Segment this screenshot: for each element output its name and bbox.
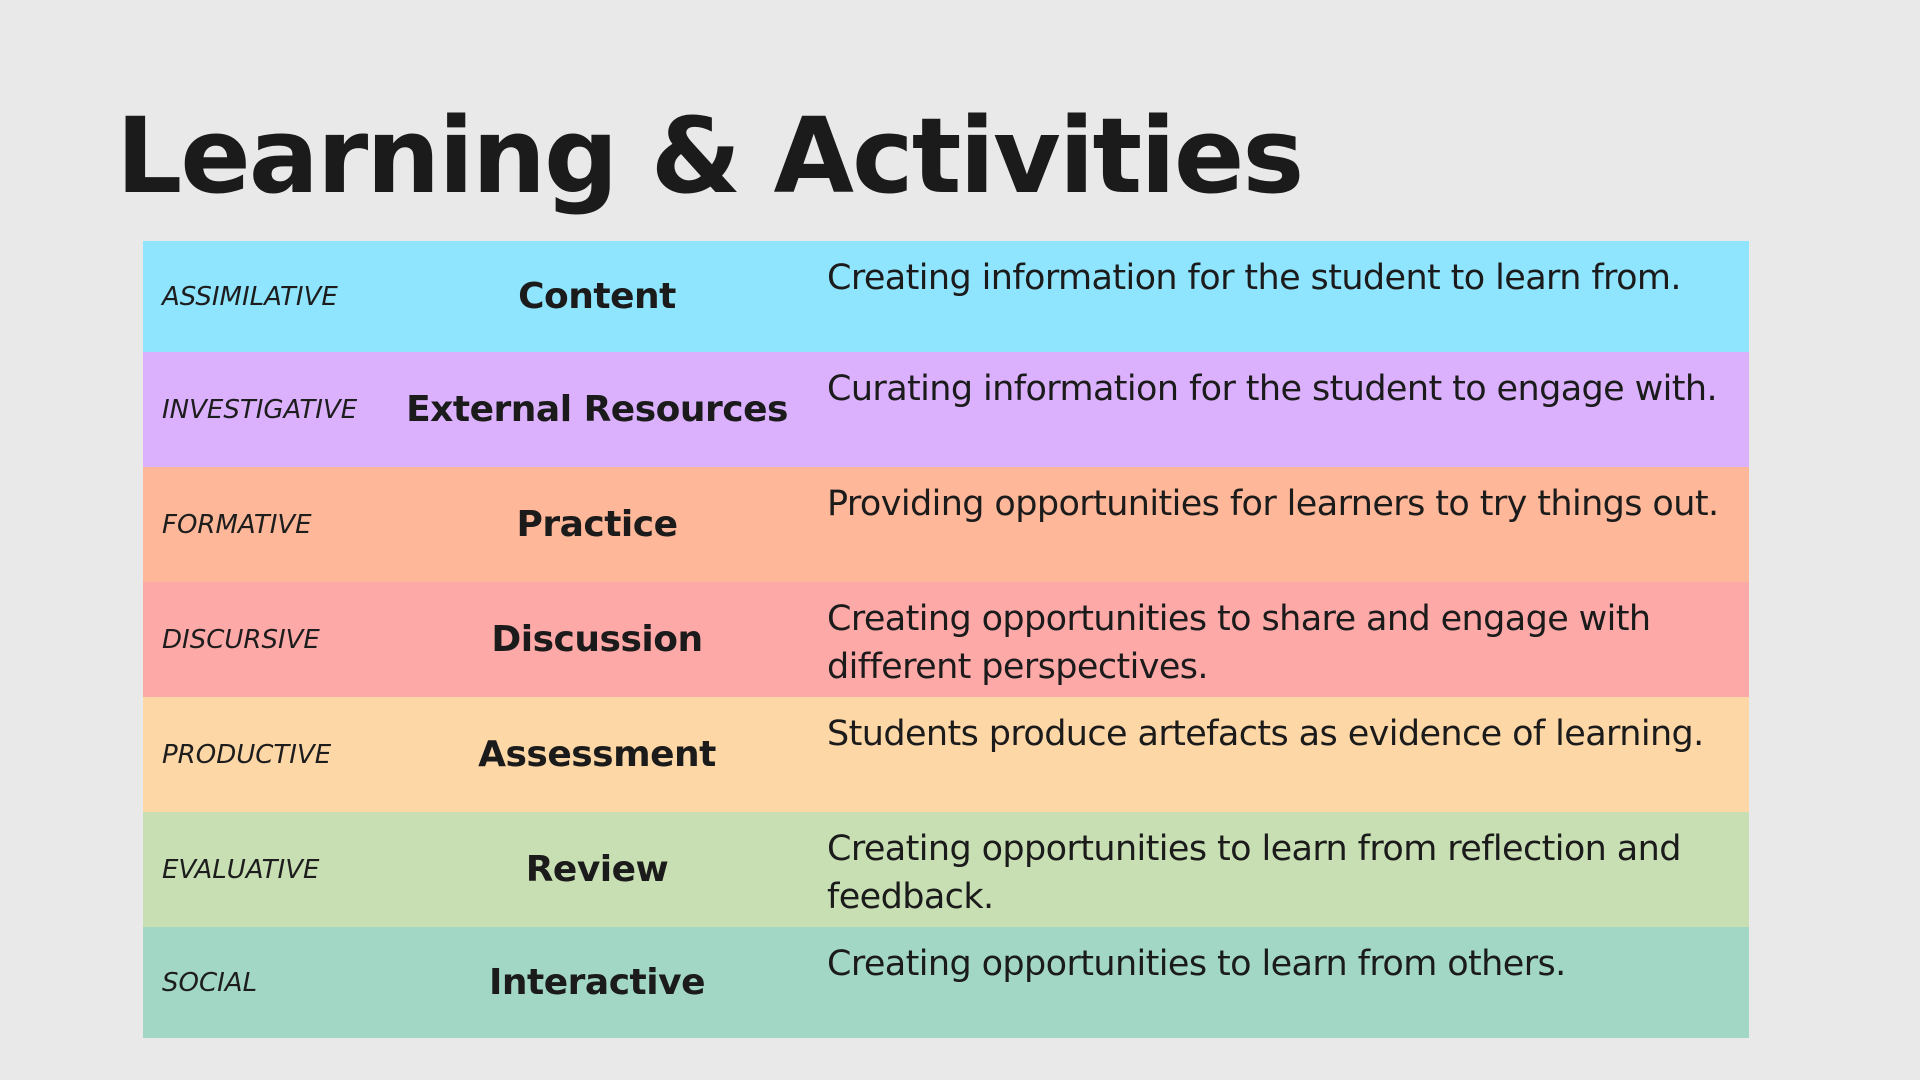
activity-type: FORMATIVE (162, 509, 312, 540)
activity-name: Review (525, 849, 669, 890)
activity-description: Creating opportunities to learn from ref… (827, 829, 1681, 917)
table-row-formative: FORMATIVE Practice Providing opportuniti… (143, 467, 1749, 582)
activity-description: Students produce artefacts as evidence o… (827, 714, 1704, 754)
activity-name: Interactive (489, 962, 705, 1003)
activity-name: Assessment (478, 734, 716, 775)
activity-name: External Resources (406, 389, 788, 430)
activity-name: Content (518, 276, 676, 317)
activity-description: Creating opportunities to learn from oth… (827, 944, 1566, 984)
activity-name: Discussion (491, 619, 703, 660)
table-row-evaluative: EVALUATIVE Review Creating opportunities… (143, 812, 1749, 927)
activity-type: INVESTIGATIVE (162, 394, 358, 425)
activities-table: ASSIMILATIVE Content Creating informatio… (143, 241, 1749, 1038)
activity-description: Creating opportunities to share and enga… (827, 599, 1651, 687)
activity-description: Providing opportunities for learners to … (827, 484, 1719, 524)
activity-description: Creating information for the student to … (827, 258, 1682, 298)
activity-description: Curating information for the student to … (827, 369, 1718, 409)
table-row-productive: PRODUCTIVE Assessment Students produce a… (143, 697, 1749, 812)
activity-type: ASSIMILATIVE (162, 281, 338, 312)
table-row-social: SOCIAL Interactive Creating opportunitie… (143, 927, 1749, 1038)
table-row-discursive: DISCURSIVE Discussion Creating opportuni… (143, 582, 1749, 697)
table-row-investigative: INVESTIGATIVE External Resources Curatin… (143, 352, 1749, 467)
activity-type: EVALUATIVE (162, 854, 320, 885)
table-row-assimilative: ASSIMILATIVE Content Creating informatio… (143, 241, 1749, 352)
activity-type: SOCIAL (162, 967, 258, 998)
activity-name: Practice (516, 504, 678, 545)
activity-type: PRODUCTIVE (162, 739, 332, 770)
activity-type: DISCURSIVE (162, 624, 320, 655)
page-title: Learning & Activities (116, 95, 1304, 217)
